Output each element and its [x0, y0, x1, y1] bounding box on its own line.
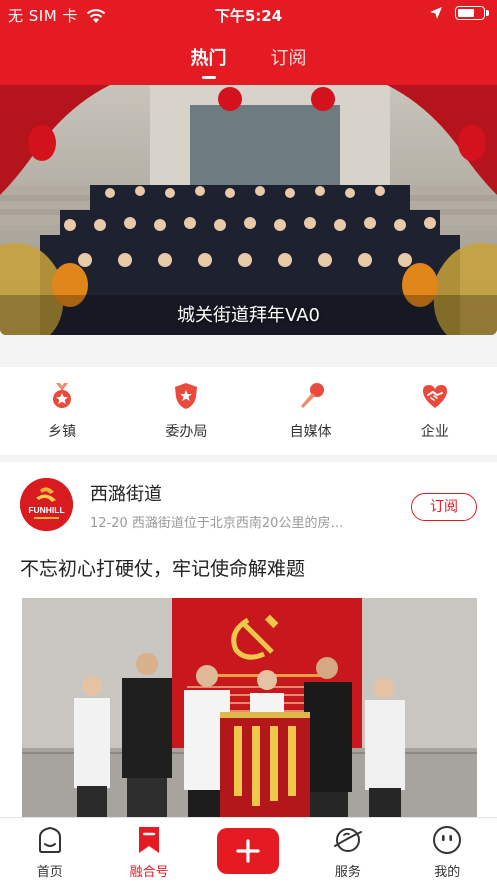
nav-label: 我的 — [434, 865, 461, 880]
publish-button[interactable] — [217, 828, 280, 874]
status-right — [429, 6, 489, 20]
article-photo — [22, 598, 477, 822]
tab-subscribe[interactable]: 订阅 — [249, 44, 329, 84]
location-arrow-icon — [430, 7, 442, 19]
subscribe-button[interactable]: 订阅 — [411, 493, 477, 521]
category-label: 自媒体 — [289, 424, 332, 440]
status-time: 下午5:24 — [214, 7, 283, 25]
nav-publish[interactable] — [199, 818, 298, 883]
category-label: 企业 — [420, 424, 449, 440]
plus-icon — [236, 839, 261, 863]
bottom-nav: 首页 融合号 服务 我的 — [0, 817, 497, 883]
top-tabs: 热门 订阅 — [0, 44, 497, 84]
category-self-media[interactable]: 自媒体 — [249, 367, 373, 455]
category-bar: 乡镇 委办局 自媒体 企业 — [0, 367, 497, 455]
nav-fusion[interactable]: 融合号 — [99, 818, 198, 883]
planet-icon — [333, 828, 362, 852]
nav-mine[interactable]: 我的 — [398, 818, 497, 883]
handshake-icon — [422, 385, 447, 408]
medal-icon — [53, 383, 72, 408]
source-avatar[interactable]: FUNHILL — [20, 478, 73, 531]
category-township[interactable]: 乡镇 — [0, 367, 124, 455]
category-label: 乡镇 — [48, 424, 77, 440]
funhill-logo: FUNHILL — [20, 478, 73, 531]
category-enterprise[interactable]: 企业 — [373, 367, 497, 455]
police-badge-icon — [175, 383, 198, 409]
tab-hot[interactable]: 热门 — [169, 44, 249, 84]
category-bureau[interactable]: 委办局 — [124, 367, 248, 455]
article-title[interactable]: 不忘初心打硬仗，牢记使命解难题 — [20, 554, 305, 581]
banner-image — [0, 85, 497, 335]
nav-label: 首页 — [36, 865, 63, 880]
status-bar: 无 SIM 卡 下午5:24 — [0, 0, 497, 30]
nav-label: 融合号 — [129, 865, 169, 880]
banner-caption: 城关街道拜年VA0 — [177, 305, 320, 326]
home-icon — [38, 826, 61, 853]
banner-carousel[interactable]: 城关街道拜年VA0 — [0, 85, 497, 335]
nav-label: 服务 — [334, 865, 361, 880]
microphone-icon — [300, 383, 324, 408]
bookmark-icon — [139, 827, 160, 853]
smiley-icon — [433, 826, 462, 854]
article-card[interactable]: FUNHILL 西潞街道 12-20 西潞街道位于北京西南20公里的房… 订阅 … — [0, 462, 497, 822]
nav-home[interactable]: 首页 — [0, 818, 99, 883]
battery-icon — [455, 6, 489, 20]
svg-text:FUNHILL: FUNHILL — [28, 505, 64, 515]
category-label: 委办局 — [165, 424, 208, 440]
source-meta: 12-20 西潞街道位于北京西南20公里的房… — [90, 516, 344, 531]
nav-service[interactable]: 服务 — [298, 818, 397, 883]
source-name[interactable]: 西潞街道 — [90, 480, 162, 506]
header: 无 SIM 卡 下午5:24 热门 订阅 — [0, 0, 497, 85]
article-image[interactable] — [22, 598, 477, 822]
